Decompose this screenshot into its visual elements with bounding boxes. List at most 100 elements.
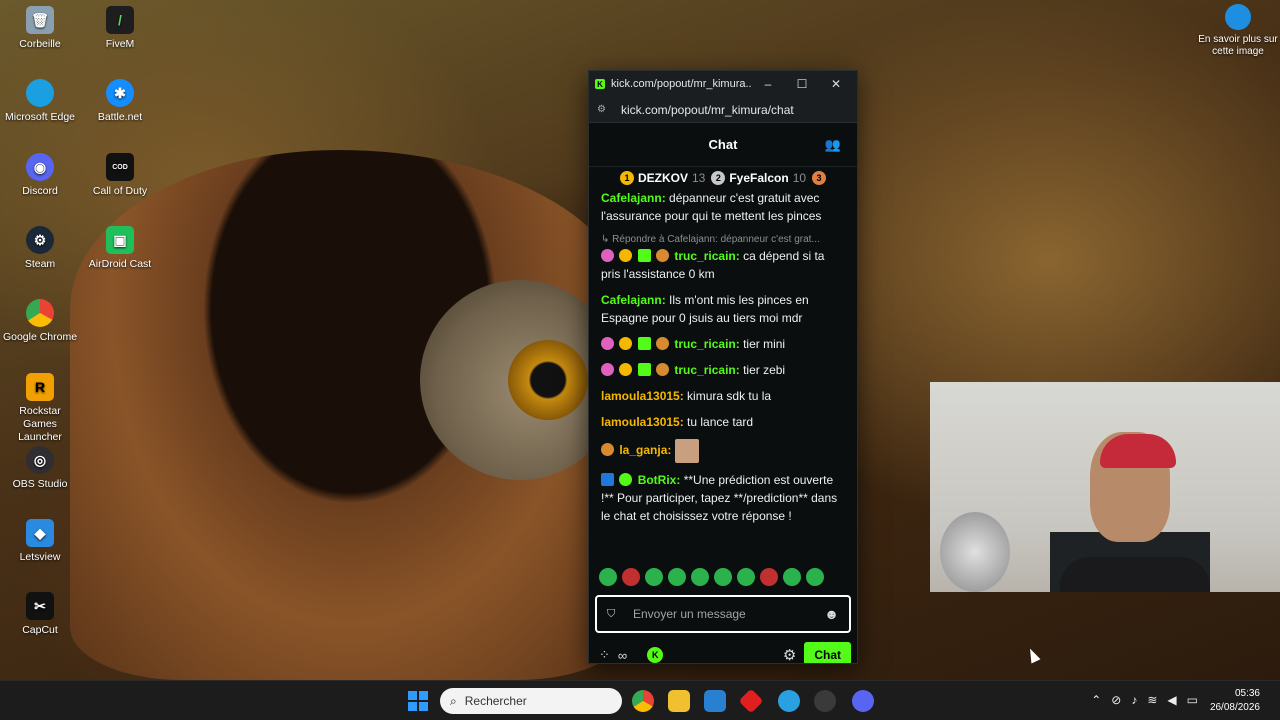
- desktop-icon-steam[interactable]: ⚙ Steam: [1, 226, 79, 271]
- file-explorer-icon[interactable]: [668, 690, 690, 712]
- taskbar-search[interactable]: ⌕ Rechercher: [440, 688, 622, 714]
- points-icon[interactable]: ⁘: [599, 647, 610, 663]
- chat-message: Cafelajann: Ils m'ont mis les pinces en …: [601, 291, 847, 327]
- users-icon[interactable]: 👥: [825, 137, 841, 153]
- desktop-icon-label: OBS Studio: [12, 478, 68, 490]
- chat-popout-window: K kick.com/popout/mr_kimura... – ☐ ✕ ⚙ k…: [588, 70, 858, 664]
- desktop-icon-label: Google Chrome: [2, 331, 78, 343]
- chat-message: truc_ricain: tier mini: [601, 335, 847, 353]
- chat-text: tier zebi: [739, 363, 786, 377]
- microphone-icon[interactable]: ♪: [1131, 693, 1137, 707]
- chat-message: la_ganja:: [601, 439, 847, 463]
- volume-icon[interactable]: ◀: [1167, 693, 1176, 707]
- taskbar: ⌕ Rechercher ⌃ ⊘ ♪ ≋ ◀ ▭ 05:36 26/08/202…: [0, 680, 1280, 720]
- site-settings-icon[interactable]: ⚙: [597, 104, 609, 116]
- maximize-button[interactable]: ☐: [785, 77, 819, 91]
- subscriber-badge-icon: [601, 337, 614, 350]
- chat-username[interactable]: lamoula13015: [601, 415, 680, 429]
- battlenet-icon: ✱: [106, 79, 134, 107]
- emote-button[interactable]: [599, 568, 617, 586]
- desktop-icon-airdroid[interactable]: ▣ AirDroid Cast: [81, 226, 159, 271]
- chrome-taskbar-icon[interactable]: [632, 690, 654, 712]
- emoji-picker-icon[interactable]: ☻: [824, 606, 839, 622]
- chat-username[interactable]: truc_ricain: [674, 337, 735, 351]
- chevron-up-icon[interactable]: ⌃: [1091, 693, 1101, 707]
- send-chat-button[interactable]: Chat: [804, 642, 851, 663]
- emote-button[interactable]: [622, 568, 640, 586]
- desktop-icon-label: Steam: [24, 258, 56, 270]
- windows-start-icon[interactable]: [408, 691, 428, 711]
- info-image-icon: [1225, 4, 1251, 30]
- chat-message-input[interactable]: ⛉ Envoyer un message ☻: [595, 595, 851, 633]
- address-bar[interactable]: ⚙ kick.com/popout/mr_kimura/chat: [589, 97, 857, 123]
- wifi-icon[interactable]: ≋: [1147, 693, 1157, 707]
- discord-taskbar-icon[interactable]: [852, 690, 874, 712]
- minimize-button[interactable]: –: [751, 77, 785, 91]
- discord-icon: ◉: [26, 153, 54, 181]
- desktop-icon-discord[interactable]: ◉ Discord: [1, 153, 79, 198]
- chat-messages: Cafelajann: dépanneur c'est gratuit avec…: [589, 189, 857, 563]
- desktop-icon-letsview[interactable]: ◆ Letsview: [1, 519, 79, 564]
- webcam-person-body: [1060, 557, 1210, 592]
- close-button[interactable]: ✕: [819, 77, 853, 91]
- leaderboard-entry[interactable]: 3: [812, 171, 827, 185]
- desktop-icon-capcut[interactable]: ✂ CapCut: [1, 592, 79, 637]
- emote-button[interactable]: [691, 568, 709, 586]
- desktop-icon-cod[interactable]: COD Call of Duty: [81, 153, 159, 198]
- kick-k-icon[interactable]: K: [647, 647, 664, 663]
- desktop-icon-label: Battle.net: [97, 111, 143, 123]
- shield-icon[interactable]: ⛉: [607, 608, 621, 621]
- gear-icon[interactable]: ⚙: [783, 646, 796, 663]
- microsoft-store-icon[interactable]: [704, 690, 726, 712]
- chat-username[interactable]: la_ganja: [619, 443, 667, 457]
- og-badge-icon: [637, 249, 651, 262]
- obs-taskbar-icon[interactable]: [814, 690, 836, 712]
- leaderboard-entry[interactable]: 2 FyeFalcon 10: [711, 171, 806, 185]
- desktop-icon-chrome[interactable]: Google Chrome: [1, 299, 79, 344]
- red-app-icon[interactable]: [738, 688, 764, 714]
- chat-username[interactable]: BotRix: [638, 473, 677, 487]
- emote-button[interactable]: [783, 568, 801, 586]
- chat-username[interactable]: truc_ricain: [674, 249, 735, 263]
- chat-text: kimura sdk tu la: [683, 389, 772, 403]
- desktop-icon-rockstar[interactable]: R Rockstar Games Launcher: [1, 373, 79, 444]
- desktop-icon-fivem[interactable]: / FiveM: [81, 6, 159, 51]
- chat-username[interactable]: Cafelajann: [601, 293, 662, 307]
- infinity-icon[interactable]: ∞: [618, 648, 627, 663]
- chat-footer: ⁘ ∞ K ⚙ Chat: [589, 633, 857, 663]
- chat-username-sep: :: [667, 443, 672, 458]
- address-url: kick.com/popout/mr_kimura/chat: [621, 102, 794, 117]
- desktop-icon-label: Letsview: [19, 551, 61, 563]
- emote-image: [674, 439, 699, 463]
- gift-leaderboard: 1 DEZKOV 13 2 FyeFalcon 10 3: [589, 167, 857, 189]
- emote-button[interactable]: [737, 568, 755, 586]
- gifter-badge-icon: [619, 249, 633, 262]
- desktop-icon-label: Discord: [22, 185, 58, 197]
- emote-button[interactable]: [645, 568, 663, 586]
- chat-username[interactable]: Cafelajann: [601, 191, 662, 205]
- desktop-icon-edge[interactable]: Microsoft Edge: [1, 79, 79, 124]
- emote-button[interactable]: [760, 568, 778, 586]
- reply-reference[interactable]: ↳ Répondre à Cafelajann: dépanneur c'est…: [601, 233, 847, 247]
- webcam-person-cap: [1100, 434, 1176, 468]
- bot-badge-icon: [601, 473, 614, 486]
- emote-button[interactable]: [806, 568, 824, 586]
- chat-username[interactable]: lamoula13015: [601, 389, 680, 403]
- desktop-icon-battlenet[interactable]: ✱ Battle.net: [81, 79, 159, 124]
- desktop-icon-corbeille[interactable]: 🗑 Corbeille: [1, 6, 79, 51]
- emote-button[interactable]: [714, 568, 732, 586]
- spotlight-info[interactable]: En savoir plus sur cette image: [1198, 4, 1278, 58]
- chat-text: tu lance tard: [683, 415, 754, 429]
- leaderboard-entry[interactable]: 1 DEZKOV 13: [619, 171, 705, 185]
- emote-button[interactable]: [668, 568, 686, 586]
- chat-text: tier mini: [739, 337, 786, 351]
- desktop-icon-obs[interactable]: ◎ OBS Studio: [1, 446, 79, 491]
- edge-taskbar-icon[interactable]: [778, 690, 800, 712]
- network-off-icon[interactable]: ⊘: [1111, 693, 1121, 707]
- search-icon: ⌕: [450, 693, 457, 708]
- chat-username[interactable]: truc_ricain: [674, 363, 735, 377]
- taskbar-clock[interactable]: 05:36 26/08/2026: [1210, 687, 1260, 715]
- recycle-bin-icon: 🗑: [26, 6, 54, 34]
- battery-icon[interactable]: ▭: [1187, 693, 1198, 707]
- edge-icon: [26, 79, 54, 107]
